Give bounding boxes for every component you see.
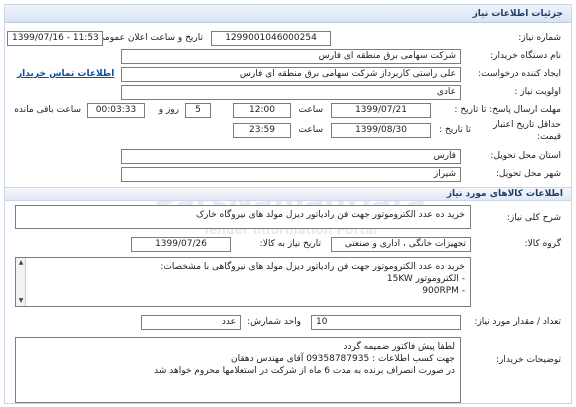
province-field[interactable]: فارس (121, 149, 461, 164)
price-validity-label-2: قیمت: (536, 132, 561, 142)
goods-list-line: - الکتروموتور 15KW (386, 274, 465, 284)
panel-header: جزئیات اطلاعات نیاز (5, 5, 571, 23)
general-desc-label: شرح کلی نیاز: (506, 213, 561, 223)
quantity-label: تعداد / مقدار مورد نیاز: (474, 317, 561, 327)
priority-field[interactable]: عادی (121, 85, 461, 100)
scroll-up-icon[interactable]: ▲ (16, 258, 26, 268)
goods-section-header: اطلاعات کالاهای مورد نیاز (5, 187, 571, 201)
reply-time-label: ساعت (298, 105, 324, 115)
need-number-field[interactable]: 1299001046000254 (211, 31, 331, 46)
row-city: شهر محل تحویل: شیراز (5, 165, 571, 185)
quantity-field[interactable]: 10 (311, 315, 461, 330)
reply-days-label: روز و (158, 105, 179, 115)
reply-date-field[interactable]: 1399/07/21 (331, 103, 431, 118)
row-creator: ایجاد کننده درخواست: علی راستی کاربرداز … (5, 65, 571, 85)
price-validity-label-1: حداقل تاریخ اعتبار (493, 120, 561, 130)
row-reply-deadline: مهلت ارسال پاسخ: تا تاریخ : 1399/07/21 س… (5, 101, 571, 121)
goods-group-field[interactable]: تجهیزات خانگی ، اداری و صنعتی (331, 237, 471, 252)
price-validity-until-label: تا تاریخ : (439, 125, 471, 135)
buyer-notes-box[interactable]: لطفا پیش فاکتور ضمیمه گردد جهت کسب اطلاع… (15, 337, 461, 403)
need-number-label: شماره نیاز: (518, 33, 561, 43)
province-label: استان محل تحویل: (490, 151, 561, 161)
announce-field[interactable]: 1399/07/16 - 11:53 (7, 31, 103, 46)
buyer-org-label: نام دستگاه خریدار: (490, 51, 561, 61)
need-date-field[interactable]: 1399/07/26 (131, 237, 231, 252)
buyer-contact-link[interactable]: اطلاعات تماس خریدار (17, 69, 114, 79)
row-price-validity: حداقل تاریخ اعتبار قیمت: تا تاریخ : 1399… (5, 119, 571, 145)
row-goods-group: گروه کالا: تجهیزات خانگی ، اداری و صنعتی… (5, 235, 571, 255)
row-general-desc: شرح کلی نیاز: خرید ده عدد الکتروموتور جه… (5, 205, 571, 231)
goods-list-box[interactable]: خرید ده عدد الکتروموتور جهت فن رادیاتور … (15, 257, 471, 307)
row-need-number: شماره نیاز: 1299001046000254 تاریخ و ساع… (5, 29, 571, 49)
buyer-notes-label: توضیحات خریدار: (495, 355, 561, 365)
unit-field[interactable]: عدد (141, 315, 241, 330)
price-validity-date-field[interactable]: 1399/08/30 (331, 123, 431, 138)
buyer-notes-line: لطفا پیش فاکتور ضمیمه گردد (343, 342, 455, 352)
goods-group-label: گروه کالا: (524, 239, 561, 249)
goods-section-title: اطلاعات کالاهای مورد نیاز (446, 189, 563, 199)
remaining-time-label: ساعت باقی مانده (14, 105, 81, 115)
row-buyer-org: نام دستگاه خریدار: شرکت سهامی برق منطقه … (5, 47, 571, 67)
need-date-label: تاریخ نیاز به کالا: (259, 239, 321, 249)
announce-label: تاریخ و ساعت اعلان عمومی: (94, 33, 203, 43)
buyer-notes-line: جهت کسب اطلاعات : 09358787935 آقای مهندس… (230, 354, 455, 364)
reply-days-field[interactable]: 5 (185, 103, 211, 118)
price-validity-time-field[interactable]: 23:59 (233, 123, 291, 138)
scroll-down-icon[interactable]: ▼ (16, 296, 26, 306)
panel-title: جزئیات اطلاعات نیاز (472, 9, 563, 19)
city-label: شهر محل تحویل: (495, 169, 561, 179)
goods-list-line: - 900RPM (422, 286, 465, 296)
goods-list-line: خرید ده عدد الکتروموتور جهت فن رادیاتور … (160, 262, 465, 272)
remaining-time-field[interactable]: 00:03:33 (87, 103, 145, 118)
buyer-notes-line: در صورت انصراف برنده به مدت 6 ماه از شرک… (154, 366, 455, 376)
reply-time-field[interactable]: 12:00 (233, 103, 291, 118)
row-buyer-notes: توضیحات خریدار: لطفا پیش فاکتور ضمیمه گر… (5, 337, 571, 403)
creator-label: ایجاد کننده درخواست: (478, 69, 561, 79)
priority-label: اولویت نیاز : (514, 87, 561, 97)
row-priority: اولویت نیاز : عادی (5, 83, 571, 103)
need-details-panel: جزئیات اطلاعات نیاز ParsNamadData Tender… (4, 4, 572, 404)
price-validity-time-label: ساعت (298, 125, 324, 135)
city-field[interactable]: شیراز (121, 167, 461, 182)
general-desc-field[interactable]: خرید ده عدد الکتروموتور جهت فن رادیاتور … (15, 205, 471, 229)
row-quantity: تعداد / مقدار مورد نیاز: 10 واحد شمارش: … (5, 313, 571, 333)
reply-deadline-label: مهلت ارسال پاسخ: تا تاریخ : (454, 105, 561, 115)
creator-field[interactable]: علی راستی کاربرداز شرکت سهامی برق منطقه … (121, 67, 461, 82)
unit-label: واحد شمارش: (247, 317, 301, 327)
goods-list-scrollbar[interactable]: ▲ ▼ (16, 258, 26, 306)
row-province: استان محل تحویل: فارس (5, 147, 571, 167)
buyer-org-field[interactable]: شرکت سهامی برق منطقه ای فارس (121, 49, 461, 64)
